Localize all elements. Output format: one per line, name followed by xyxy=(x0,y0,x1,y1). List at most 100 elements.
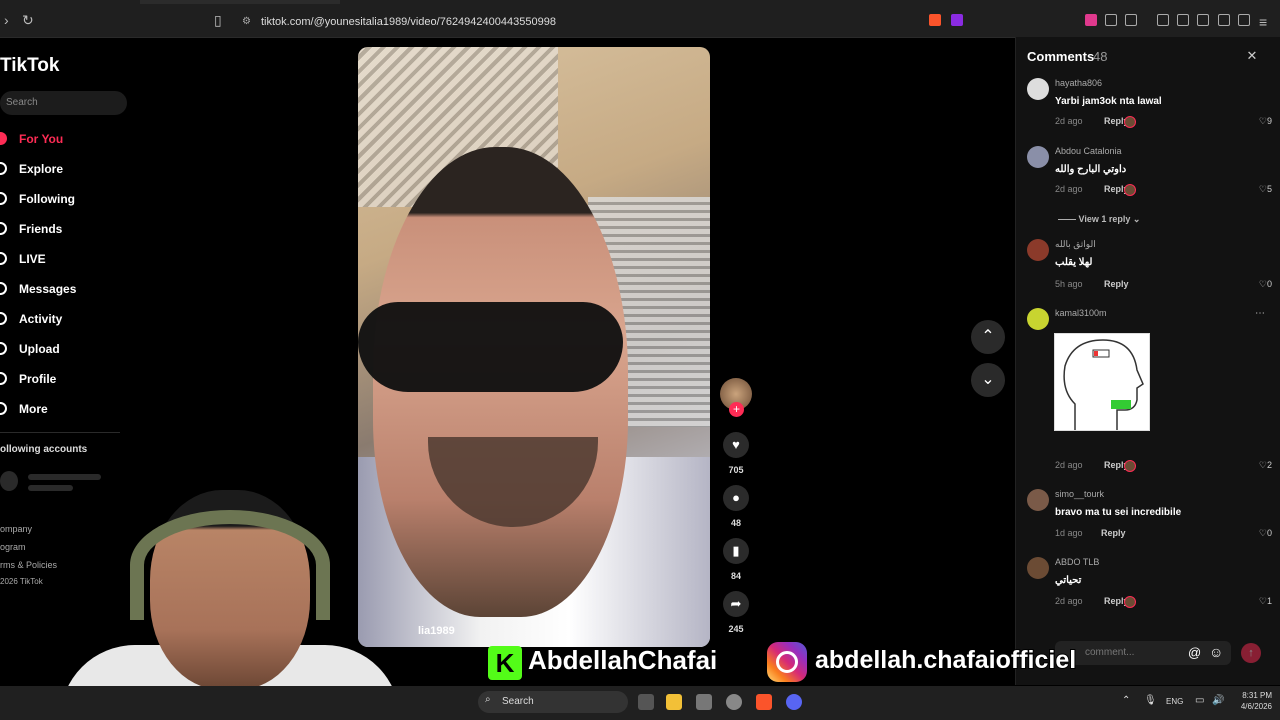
previous-video-button[interactable]: ⌃ xyxy=(971,320,1005,354)
comment-time: 2d ago xyxy=(1055,184,1083,194)
comments-title: Comments xyxy=(1027,49,1095,64)
comment-like[interactable]: ♡0 xyxy=(1259,279,1272,290)
network-icon[interactable]: ▭ xyxy=(1195,695,1204,706)
comment-username[interactable]: kamal3100m xyxy=(1055,308,1107,318)
share-icon[interactable]: ➦ xyxy=(723,591,749,617)
leo-icon[interactable] xyxy=(1218,14,1230,26)
search-icon: ⌕ xyxy=(485,694,491,705)
chevron-down-icon: ⌄ xyxy=(981,371,995,388)
comment-username[interactable]: Abdou Catalonia xyxy=(1055,146,1122,156)
reload-icon[interactable]: ↻ xyxy=(22,12,34,29)
bookmark-icon[interactable]: ▮ xyxy=(723,538,749,564)
extension-icon[interactable] xyxy=(1105,14,1117,26)
task-view-icon[interactable] xyxy=(638,694,654,710)
creator-liked-icon xyxy=(1124,460,1136,472)
kick-channel-name: AbdellahChafai xyxy=(527,644,718,676)
forward-icon[interactable]: › xyxy=(4,12,9,28)
menu-icon[interactable]: ≡ xyxy=(1259,14,1267,30)
avatar[interactable] xyxy=(1027,78,1049,100)
comment-username[interactable]: hayatha806 xyxy=(1055,78,1102,88)
comment-time: 1d ago xyxy=(1055,528,1083,538)
heart-outline-icon: ♡ xyxy=(1258,460,1267,470)
share-count: 245 xyxy=(728,624,744,634)
app-icon[interactable] xyxy=(726,694,742,710)
brave-shield-icon[interactable] xyxy=(929,14,941,26)
taskbar-clock[interactable]: 8:31 PM 4/6/2026 xyxy=(1232,690,1272,712)
reply-button[interactable]: Reply xyxy=(1101,528,1126,538)
media-icon[interactable] xyxy=(1157,14,1169,26)
view-replies-label: View 1 reply xyxy=(1078,214,1131,224)
send-button[interactable]: ↑ xyxy=(1241,643,1261,663)
save-count: 84 xyxy=(730,571,741,581)
avatar[interactable] xyxy=(1027,239,1049,261)
search-input[interactable]: Search xyxy=(0,91,127,115)
comment-like[interactable]: ♡2 xyxy=(1259,460,1272,471)
site-info-icon[interactable]: ⚙ xyxy=(242,16,251,27)
activity-icon xyxy=(0,312,7,325)
tiktok-logo[interactable]: TikTok xyxy=(0,55,59,77)
comment-username[interactable]: الواثق بالله xyxy=(1055,239,1096,250)
file-explorer-icon[interactable] xyxy=(666,694,682,710)
language-indicator[interactable]: ENG xyxy=(1166,697,1183,706)
chevron-up-icon[interactable]: ⌃ xyxy=(1122,695,1130,706)
comment-like[interactable]: ♡5 xyxy=(1259,184,1272,195)
comment-input[interactable]: comment... xyxy=(1055,641,1231,665)
camera-app-icon[interactable] xyxy=(696,694,712,710)
nav-label: Messages xyxy=(19,282,77,296)
heart-outline-icon: ♡ xyxy=(1258,528,1267,538)
following-icon xyxy=(0,192,7,205)
friends-icon xyxy=(0,222,7,235)
webcam-overlay xyxy=(0,470,460,720)
mention-icon[interactable]: @ xyxy=(1188,645,1201,660)
comment-username[interactable]: simo__tourk xyxy=(1055,489,1104,499)
extension-icon[interactable] xyxy=(1125,14,1137,26)
sidebar-icon[interactable] xyxy=(1177,14,1189,26)
avatar[interactable] xyxy=(1027,557,1049,579)
close-icon[interactable]: ✕ xyxy=(1243,47,1261,65)
comment-like[interactable]: ♡0 xyxy=(1259,528,1272,539)
comment-time: 2d ago xyxy=(1055,460,1083,470)
taskbar-search[interactable]: Search xyxy=(478,691,628,713)
bookmark-icon[interactable]: ▯ xyxy=(214,12,222,29)
wallet-icon[interactable] xyxy=(1197,14,1209,26)
comment-text: تحياتي xyxy=(1055,575,1082,586)
reply-button[interactable]: Reply xyxy=(1104,279,1129,289)
taskbar-search-label: Search xyxy=(502,696,534,707)
creator-liked-icon xyxy=(1124,184,1136,196)
extension-icon[interactable] xyxy=(1085,14,1097,26)
comment-text: داوتي البارح والله xyxy=(1055,164,1127,175)
comment-like[interactable]: ♡1 xyxy=(1259,596,1272,607)
more-options-icon[interactable]: ⋯ xyxy=(1255,308,1265,319)
browser-tab[interactable] xyxy=(140,0,340,4)
avatar[interactable] xyxy=(1027,146,1049,168)
like-count: 2 xyxy=(1266,460,1272,470)
view-replies-button[interactable]: —— View 1 reply ⌄ xyxy=(1058,214,1140,225)
avatar[interactable] xyxy=(1027,489,1049,511)
comments-panel: Comments 48 ✕ hayatha806 Yarbi jam3ok nt… xyxy=(1015,37,1280,685)
microphone-icon[interactable]: 🎙 xyxy=(1144,695,1157,706)
comment-username[interactable]: ABDO TLB xyxy=(1055,557,1099,567)
brave-browser-icon[interactable] xyxy=(756,694,772,710)
follow-plus-icon[interactable]: + xyxy=(729,402,744,417)
avatar[interactable] xyxy=(1027,308,1049,330)
comment-icon[interactable]: ● xyxy=(723,485,749,511)
emoji-icon[interactable]: ☺ xyxy=(1209,644,1223,660)
nav-label: Profile xyxy=(19,372,57,386)
comment-time: 5h ago xyxy=(1055,279,1083,289)
comment-like[interactable]: ♡9 xyxy=(1259,116,1272,127)
kick-logo-icon: K xyxy=(488,646,522,680)
live-icon xyxy=(0,252,7,265)
heart-icon[interactable]: ♥ xyxy=(723,432,749,458)
comment-count: 48 xyxy=(730,518,741,528)
nav-label: More xyxy=(19,402,48,416)
brave-rewards-icon[interactable] xyxy=(951,14,963,26)
next-video-button[interactable]: ⌄ xyxy=(971,363,1005,397)
url-text[interactable]: tiktok.com/@younesitalia1989/video/76249… xyxy=(261,16,556,28)
vpn-icon[interactable] xyxy=(1238,14,1250,26)
volume-icon[interactable]: 🔊 xyxy=(1212,695,1224,706)
comment-sticker-image[interactable] xyxy=(1054,333,1150,431)
discord-icon[interactable] xyxy=(786,694,802,710)
clock-time: 8:31 PM xyxy=(1242,691,1272,700)
nav-label: Explore xyxy=(19,162,64,176)
instagram-handle: abdellah.chafaiofficiel xyxy=(814,645,1077,675)
